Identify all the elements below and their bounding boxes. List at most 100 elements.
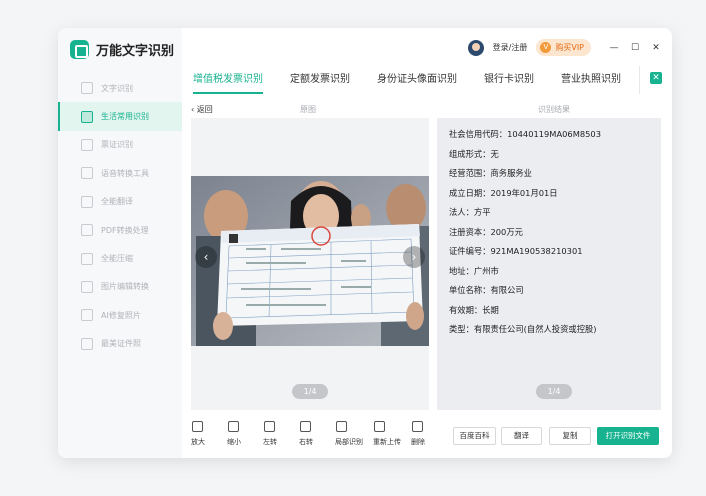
open-result-file-button[interactable]: 打开识别文件: [597, 427, 659, 445]
baidu-baike-button[interactable]: 百度百科: [453, 427, 496, 445]
text-scan-icon: [81, 82, 93, 95]
tab-quota-invoice[interactable]: 定额发票识别: [290, 64, 350, 96]
tab-business-license[interactable]: 营业执照识别: [561, 64, 621, 96]
back-button[interactable]: ‹ 返回: [191, 104, 213, 115]
ai-repair-icon: [81, 309, 93, 322]
result-line: 经营范围：商务服务业: [449, 168, 532, 178]
pdf-icon: [81, 224, 93, 237]
trash-icon: [412, 421, 423, 432]
sidebar-item-id-photo[interactable]: 最美证件照: [58, 330, 182, 358]
titlebar-controls: 登录/注册 V 购买VIP — ☐ ✕: [467, 39, 662, 56]
app-logo-icon: [70, 40, 89, 59]
image-edit-icon: [81, 280, 93, 293]
sidebar-item-pdf[interactable]: PDF转换处理: [58, 216, 182, 244]
tool-label: 缩小: [227, 438, 241, 446]
back-label: 返回: [196, 105, 213, 114]
app-window: 万能文字识别 文字识别 生活常用识别 票证识别 语音转换工具 全能翻译 PDF转…: [58, 28, 672, 458]
tab-divider: [639, 66, 640, 94]
buy-vip-button[interactable]: V 购买VIP: [536, 39, 591, 56]
sidebar-item-label: 票证识别: [101, 140, 133, 150]
tab-vat-invoice[interactable]: 增值税发票识别: [193, 64, 263, 96]
rotate-left-icon: [264, 421, 275, 432]
sidebar-nav: 文字识别 生活常用识别 票证识别 语音转换工具 全能翻译 PDF转换处理 全能压…: [58, 74, 182, 358]
result-line: 社会信用代码：10440119MA06M8503: [449, 129, 601, 139]
sidebar-item-label: 文字识别: [101, 83, 133, 93]
compress-icon: [81, 252, 93, 265]
tab-bank-card[interactable]: 银行卡识别: [484, 64, 534, 96]
sidebar-item-compress[interactable]: 全能压缩: [58, 244, 182, 272]
sidebar-item-ai-repair[interactable]: AI修复照片: [58, 301, 182, 329]
translate-icon: [81, 195, 93, 208]
refresh-icon: [374, 421, 385, 432]
zoom-out-button[interactable]: 缩小: [227, 421, 263, 447]
invoice-photo: [191, 176, 429, 346]
partial-recognize-button[interactable]: 局部识别: [335, 421, 373, 447]
vip-label: 购买VIP: [555, 43, 584, 52]
avatar[interactable]: [467, 39, 484, 56]
tool-label: 重新上传: [373, 438, 401, 446]
original-title: 原图: [300, 105, 316, 114]
close-tab-icon[interactable]: ✕: [650, 72, 662, 84]
prev-image-button[interactable]: ‹: [195, 246, 217, 268]
result-pane: 社会信用代码：10440119MA06M8503 组成形式：无 经营范围：商务服…: [437, 118, 661, 410]
sidebar-item-label: 全能翻译: [101, 197, 133, 207]
close-button[interactable]: ✕: [650, 42, 662, 54]
result-line: 有效期：长期: [449, 304, 499, 315]
result-line: 组成形式：无: [449, 148, 499, 159]
result-list: 社会信用代码：10440119MA06M8503 组成形式：无 经营范围：商务服…: [449, 128, 601, 343]
login-link[interactable]: 登录/注册: [493, 42, 528, 53]
sidebar-item-text-recognition[interactable]: 文字识别: [58, 74, 182, 102]
tool-label: 左转: [263, 438, 277, 446]
zoom-in-button[interactable]: 放大: [191, 421, 227, 447]
next-image-button[interactable]: ›: [403, 246, 425, 268]
image-toolbar: 放大 缩小 左转 右转 局部识别 重新上传 删除: [191, 421, 447, 447]
sidebar-item-ticket-recognition[interactable]: 票证识别: [58, 131, 182, 159]
sidebar-item-label: 生活常用识别: [101, 112, 149, 122]
sidebar-item-label: 图片编辑转换: [101, 282, 149, 292]
sidebar-item-label: PDF转换处理: [101, 225, 149, 235]
result-title: 识别结果: [538, 105, 570, 114]
sidebar-item-label: 全能压缩: [101, 254, 133, 264]
crop-icon: [336, 421, 347, 432]
sidebar-item-label: 语音转换工具: [101, 168, 149, 178]
tool-label: 局部识别: [335, 438, 363, 446]
maximize-button[interactable]: ☐: [629, 42, 641, 54]
ticket-icon: [81, 138, 93, 151]
minimize-button[interactable]: —: [608, 42, 620, 54]
app-name: 万能文字识别: [96, 44, 175, 59]
zoom-out-icon: [228, 421, 239, 432]
voice-icon: [81, 167, 93, 180]
original-image-pane: ‹ › 1/4: [191, 118, 429, 410]
result-line: 单位名称：有限公司: [449, 285, 524, 295]
result-line: 地址：广州市: [449, 265, 499, 276]
image-pager: 1/4: [292, 384, 328, 399]
vip-icon: V: [540, 42, 552, 53]
life-scan-icon: [81, 110, 93, 123]
result-line: 类型：有限责任公司(自然人投资或控股): [449, 324, 597, 334]
tool-label: 右转: [299, 438, 313, 446]
result-line: 证件编号：921MA190538210301: [449, 246, 583, 256]
reupload-button[interactable]: 重新上传: [373, 421, 411, 447]
id-photo-icon: [81, 337, 93, 350]
tool-label: 删除: [411, 438, 425, 446]
sidebar-item-translate[interactable]: 全能翻译: [58, 188, 182, 216]
result-line: 成立日期：2019年01月01日: [449, 187, 558, 198]
zoom-in-icon: [192, 421, 203, 432]
tool-label: 放大: [191, 438, 205, 446]
sidebar-item-label: AI修复照片: [101, 310, 141, 320]
invoice-photo-image: [191, 176, 429, 346]
sidebar-item-image-edit[interactable]: 图片编辑转换: [58, 273, 182, 301]
translate-button[interactable]: 翻译: [501, 427, 542, 445]
brand: 万能文字识别: [70, 40, 174, 59]
copy-button[interactable]: 复制: [549, 427, 591, 445]
sidebar-item-voice-tools[interactable]: 语音转换工具: [58, 159, 182, 187]
tab-bar: 增值税发票识别 定额发票识别 身份证头像面识别 银行卡识别 营业执照识别: [182, 64, 672, 96]
rotate-left-button[interactable]: 左转: [263, 421, 299, 447]
result-pager: 1/4: [536, 384, 572, 399]
rotate-right-button[interactable]: 右转: [299, 421, 335, 447]
sidebar-item-label: 最美证件照: [101, 339, 141, 349]
sidebar-item-life-recognition[interactable]: 生活常用识别: [58, 102, 182, 131]
result-line: 法人：方平: [449, 207, 491, 217]
delete-button[interactable]: 删除: [411, 421, 447, 447]
tab-id-card[interactable]: 身份证头像面识别: [377, 64, 457, 96]
